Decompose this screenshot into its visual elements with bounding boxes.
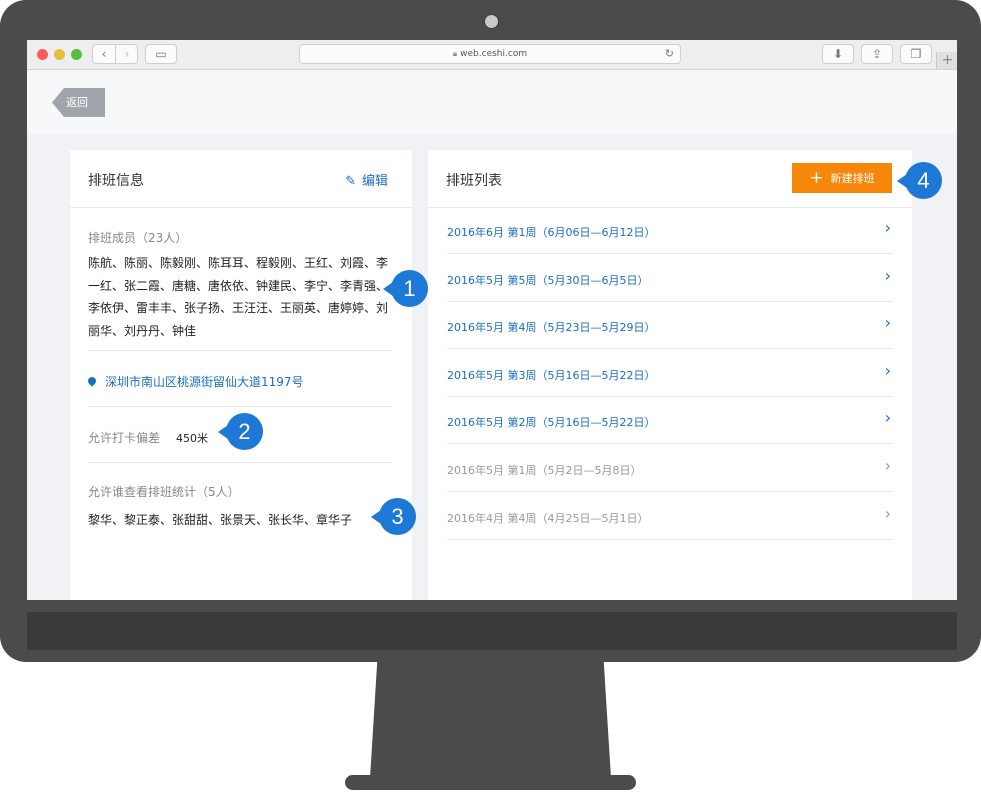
- divider: [88, 350, 392, 351]
- schedule-row-label: 2016年5月 第2周（5月16日—5月22日）: [447, 416, 656, 430]
- members-label: 排班成员（23人）: [88, 231, 188, 245]
- divider: [88, 462, 392, 463]
- sidebar-toggle-icon[interactable]: ▭: [145, 44, 177, 64]
- address-section: 深圳市南山区桃源街留仙大道1197号: [86, 371, 392, 390]
- schedule-list-header: 排班列表 + 新建排班: [428, 150, 912, 208]
- close-window-button[interactable]: [37, 49, 48, 60]
- divider: [88, 406, 392, 407]
- downloads-icon[interactable]: ⬇︎: [822, 44, 854, 64]
- chevron-right-icon: ›: [884, 408, 891, 428]
- monitor-foot: [345, 775, 636, 790]
- schedule-info-title: 排班信息: [88, 173, 144, 189]
- browser-toolbar: ‹ › ▭ 🔒︎ web.ceshi.com ↻ ⬇︎ ⇪ ❐ +: [27, 40, 957, 70]
- schedule-row[interactable]: 2016年5月 第3周（5月16日—5月22日） ›: [447, 350, 893, 397]
- edit-button[interactable]: ✎︎ 编辑: [345, 170, 388, 189]
- history-nav: ‹ ›: [92, 44, 138, 64]
- back-arrow-icon[interactable]: ‹: [93, 45, 116, 63]
- callout-badge: 1: [383, 270, 428, 307]
- address-text[interactable]: 深圳市南山区桃源街留仙大道1197号: [105, 375, 304, 389]
- pencil-icon: ✎︎: [345, 174, 356, 189]
- schedule-row[interactable]: 2016年5月 第4周（5月23日—5月29日） ›: [447, 302, 893, 350]
- schedule-list-panel: 排班列表 + 新建排班 2016年6月 第1周（6月06日—6月12日） › 201…: [428, 150, 912, 600]
- new-schedule-button[interactable]: + 新建排班: [792, 163, 892, 193]
- callout-badge: 4: [897, 162, 942, 199]
- chevron-right-icon: ›: [884, 456, 891, 475]
- chevron-right-icon: ›: [884, 313, 891, 333]
- back-button[interactable]: 返回: [52, 88, 105, 117]
- callout-badge: 3: [371, 498, 416, 535]
- url-text: web.ceshi.com: [460, 49, 528, 59]
- callout-badge: 2: [218, 413, 263, 450]
- schedule-row[interactable]: 2016年5月 第1周（5月2日—5月8日） ›: [447, 445, 893, 492]
- tolerance-label: 允许打卡偏差: [88, 431, 161, 445]
- reload-icon[interactable]: ↻: [665, 45, 674, 63]
- chevron-right-icon: ›: [884, 360, 891, 380]
- new-tab-button[interactable]: +: [936, 52, 957, 69]
- schedule-row-label: 2016年5月 第4周（5月23日—5月29日）: [447, 321, 656, 335]
- schedule-row-label: 2016年4月 第4周（4月25日—5月1日）: [447, 511, 649, 525]
- members-list: 陈航、陈丽、陈毅刚、陈耳耳、程毅刚、王红、刘霞、李一红、张二霞、唐糖、唐依依、钟…: [88, 256, 389, 338]
- plus-icon: +: [809, 168, 824, 188]
- chevron-right-icon: ›: [884, 218, 891, 237]
- monitor-chin: [27, 612, 957, 650]
- tolerance-value: 450米: [176, 432, 209, 445]
- schedule-row[interactable]: 2016年5月 第2周（5月16日—5月22日） ›: [447, 397, 893, 445]
- schedule-row-label: 2016年5月 第5周（5月30日—6月5日）: [447, 273, 649, 287]
- schedule-row-label: 2016年6月 第1周（6月06日—6月12日）: [447, 226, 656, 239]
- schedule-info-panel: 排班信息 ✎︎ 编辑 排班成员（23人） 陈航、陈丽、陈毅刚、陈耳耳、程毅刚、王红…: [70, 150, 412, 600]
- screen: ‹ › ▭ 🔒︎ web.ceshi.com ↻ ⬇︎ ⇪ ❐ + 返回 排班信息…: [27, 40, 957, 600]
- schedule-info-header: 排班信息 ✎︎ 编辑: [70, 150, 412, 208]
- chevron-right-icon: ›: [884, 503, 891, 523]
- edit-label: 编辑: [361, 174, 388, 189]
- minimize-window-button[interactable]: [54, 49, 65, 60]
- schedule-row[interactable]: 2016年5月 第5周（5月30日—6月5日） ›: [447, 255, 893, 302]
- chevron-right-icon: ›: [884, 265, 891, 285]
- new-schedule-label: 新建排班: [830, 172, 875, 185]
- app-topbar: 返回: [27, 70, 957, 134]
- forward-arrow-icon[interactable]: ›: [116, 45, 138, 63]
- schedule-row-label: 2016年5月 第3周（5月16日—5月22日）: [447, 368, 656, 382]
- schedule-list-title: 排班列表: [446, 173, 502, 189]
- viewers-section: 允许谁查看排班统计（5人） 黎华、黎正泰、张甜甜、张景天、张长华、章华子: [88, 483, 392, 528]
- members-section: 排班成员（23人） 陈航、陈丽、陈毅刚、陈耳耳、程毅刚、王红、刘霞、李一红、张二…: [88, 229, 392, 342]
- zoom-window-button[interactable]: [71, 49, 82, 60]
- monitor-stand: [370, 662, 611, 778]
- camera-icon: [484, 14, 499, 29]
- share-icon[interactable]: ⇪: [861, 44, 893, 64]
- schedule-row[interactable]: 2016年4月 第4周（4月25日—5月1日） ›: [447, 493, 893, 540]
- address-bar[interactable]: 🔒︎ web.ceshi.com ↻: [299, 44, 681, 64]
- viewers-label: 允许谁查看排班统计（5人）: [88, 485, 240, 499]
- lock-icon: 🔒︎: [452, 49, 458, 58]
- location-pin-icon: [86, 375, 98, 387]
- viewers-list: 黎华、黎正泰、张甜甜、张景天、张长华、章华子: [88, 513, 353, 527]
- schedule-row[interactable]: 2016年6月 第1周（6月06日—6月12日） ›: [447, 207, 893, 254]
- tabs-overview-icon[interactable]: ❐: [900, 44, 932, 64]
- schedule-row-label: 2016年5月 第1周（5月2日—5月8日）: [447, 464, 642, 477]
